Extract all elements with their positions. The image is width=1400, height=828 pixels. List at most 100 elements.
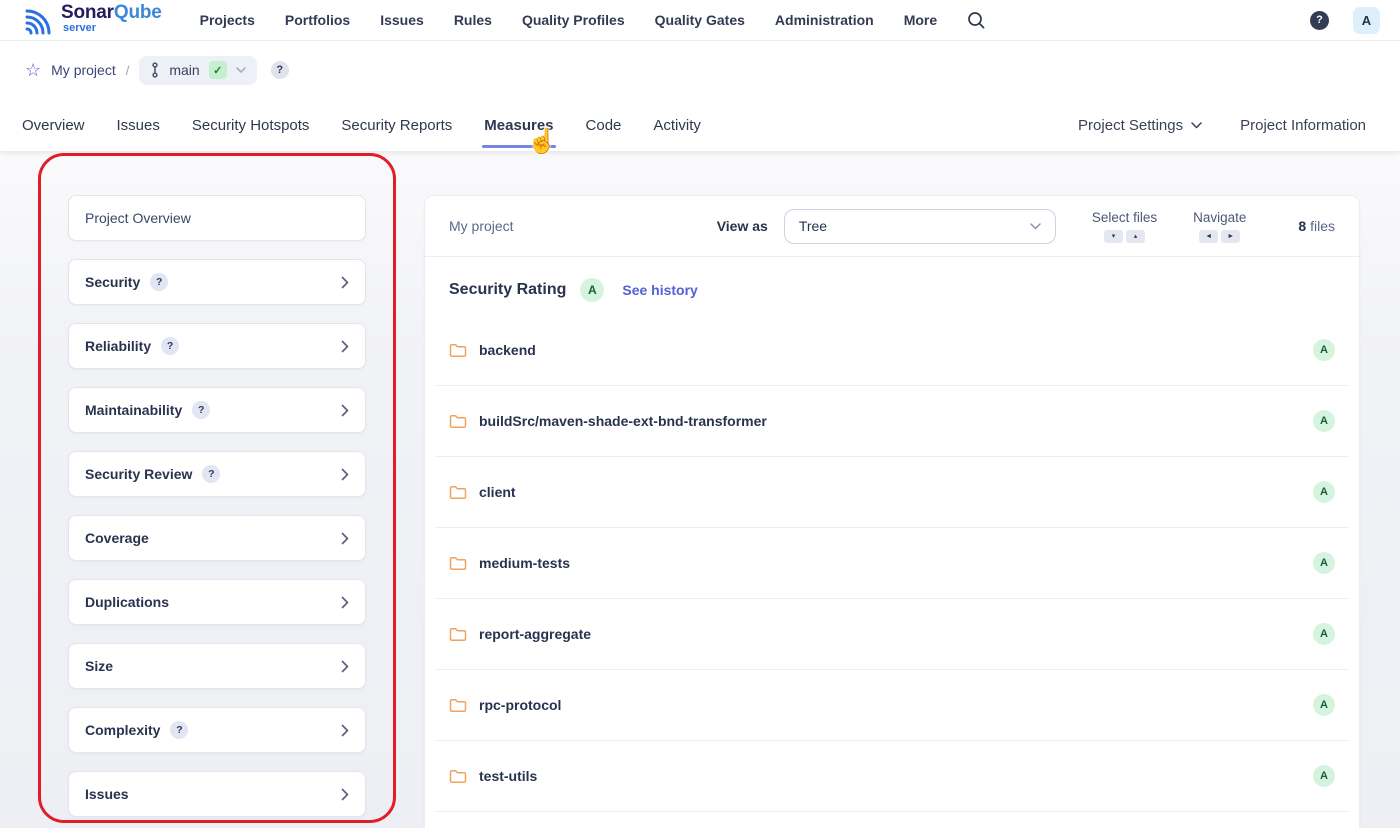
- sonarqube-logo[interactable]: SonarQube server: [20, 3, 162, 37]
- sidebar-item-8[interactable]: Complexity ?: [68, 707, 366, 753]
- navigate-buttons: ◄ ►: [1199, 230, 1240, 243]
- tab-5[interactable]: Code: [586, 99, 622, 151]
- file-row-4[interactable]: report-aggregate A: [435, 599, 1349, 670]
- sidebar-item-label: Security: [85, 274, 140, 290]
- measure-title: Security Rating: [449, 281, 566, 299]
- file-row-1[interactable]: buildSrc/maven-shade-ext-bnd-transformer…: [435, 386, 1349, 457]
- sidebar-item-1[interactable]: Security ?: [68, 259, 366, 305]
- sidebar-item-label: Duplications: [85, 594, 169, 610]
- sidebar-item-5[interactable]: Coverage ?: [68, 515, 366, 561]
- breadcrumb-separator: /: [126, 63, 130, 78]
- measures-panel: My project View as Tree Select files ▾ ▴: [424, 195, 1360, 828]
- menu-item-5[interactable]: Quality Gates: [655, 12, 745, 28]
- menu-item-3[interactable]: Rules: [454, 12, 492, 28]
- menu-item-7[interactable]: More: [904, 12, 937, 28]
- menu-item-1[interactable]: Portfolios: [285, 12, 350, 28]
- search-icon: [967, 11, 985, 29]
- tab-2[interactable]: Security Hotspots: [192, 99, 310, 151]
- menu-item-2[interactable]: Issues: [380, 12, 424, 28]
- sonar-waves-icon: [20, 3, 56, 37]
- tab-1[interactable]: Issues: [117, 99, 160, 151]
- files-count-word: files: [1310, 218, 1335, 234]
- main-menu: Projects Portfolios Issues Rules Quality…: [200, 12, 938, 28]
- tab-6[interactable]: Activity: [653, 99, 701, 151]
- branch-help-badge[interactable]: ?: [271, 61, 289, 79]
- file-row-2[interactable]: client A: [435, 457, 1349, 528]
- breadcrumb: ☆ My project / main ✓ ?: [0, 41, 1400, 99]
- file-rating-badge: A: [1313, 623, 1335, 645]
- chevron-right-icon: [341, 340, 349, 353]
- brand-subtitle: server: [63, 23, 162, 34]
- sonarqube-app: SonarQube server Projects Portfolios Iss…: [0, 0, 1400, 828]
- panel-project-link[interactable]: My project: [449, 218, 514, 234]
- chevron-down-icon: [236, 67, 246, 73]
- sidebar-item-0[interactable]: Project Overview ?: [68, 195, 366, 241]
- folder-icon: [449, 485, 467, 500]
- file-name: rpc-protocol: [479, 697, 561, 713]
- navigate-label: Navigate: [1193, 210, 1246, 225]
- project-tabs-bar: Overview Issues Security Hotspots Securi…: [0, 99, 1400, 151]
- sidebar-item-7[interactable]: Size ?: [68, 643, 366, 689]
- select-files-label: Select files: [1092, 210, 1157, 225]
- sidebar-item-9[interactable]: Issues ?: [68, 771, 366, 817]
- file-row-0[interactable]: backend A: [435, 315, 1349, 386]
- navigate-control: Navigate ◄ ►: [1193, 210, 1246, 243]
- navigate-back-button[interactable]: ◄: [1199, 230, 1218, 243]
- sidebar-item-label: Reliability: [85, 338, 151, 354]
- folder-icon: [449, 414, 467, 429]
- measures-sidebar: Project Overview ? Security ?: [68, 195, 366, 817]
- view-as-label: View as: [717, 218, 768, 234]
- help-badge[interactable]: ?: [192, 401, 210, 419]
- file-rating-badge: A: [1313, 694, 1335, 716]
- tab-4[interactable]: Measures: [484, 99, 553, 151]
- file-row-5[interactable]: rpc-protocol A: [435, 670, 1349, 741]
- brand-sonar: Sonar: [61, 2, 114, 23]
- branch-selector[interactable]: main ✓: [139, 56, 256, 85]
- sidebar-item-6[interactable]: Duplications ?: [68, 579, 366, 625]
- sidebar-item-label: Issues: [85, 786, 129, 802]
- breadcrumb-project-link[interactable]: My project: [51, 62, 116, 78]
- sidebar-item-label: Maintainability: [85, 402, 182, 418]
- help-badge[interactable]: ?: [161, 337, 179, 355]
- navigate-forward-button[interactable]: ►: [1221, 230, 1240, 243]
- content-area: Project Overview ? Security ?: [0, 151, 1400, 828]
- help-button[interactable]: ?: [1310, 11, 1329, 30]
- sidebar-item-3[interactable]: Maintainability ?: [68, 387, 366, 433]
- sidebar-item-label: Size: [85, 658, 113, 674]
- tab-3[interactable]: Security Reports: [341, 99, 452, 151]
- project-tabs: Overview Issues Security Hotspots Securi…: [22, 99, 701, 151]
- favorite-star-icon[interactable]: ☆: [25, 61, 41, 79]
- see-history-link[interactable]: See history: [622, 282, 697, 298]
- file-row-6[interactable]: test-utils A: [435, 741, 1349, 812]
- project-information-button[interactable]: Project Information: [1240, 117, 1366, 134]
- project-settings-button[interactable]: Project Settings: [1078, 117, 1202, 134]
- file-row-3[interactable]: medium-tests A: [435, 528, 1349, 599]
- view-as-select[interactable]: Tree: [784, 209, 1056, 244]
- tab-0[interactable]: Overview: [22, 99, 85, 151]
- sidebar-item-label: Coverage: [85, 530, 149, 546]
- brand-text: SonarQube server: [61, 3, 162, 34]
- menu-item-4[interactable]: Quality Profiles: [522, 12, 625, 28]
- project-rating-badge: A: [580, 278, 604, 302]
- user-avatar[interactable]: A: [1353, 7, 1380, 34]
- help-badge[interactable]: ?: [202, 465, 220, 483]
- project-settings-label: Project Settings: [1078, 117, 1183, 134]
- folder-icon: [449, 698, 467, 713]
- sidebar-item-2[interactable]: Reliability ?: [68, 323, 366, 369]
- select-files-buttons: ▾ ▴: [1104, 230, 1145, 243]
- file-rating-badge: A: [1313, 481, 1335, 503]
- file-name: client: [479, 484, 516, 500]
- files-count-number: 8: [1298, 218, 1306, 234]
- select-next-file-button[interactable]: ▾: [1104, 230, 1123, 243]
- sidebar-item-4[interactable]: Security Review ?: [68, 451, 366, 497]
- folder-icon: [449, 343, 467, 358]
- menu-item-0[interactable]: Projects: [200, 12, 255, 28]
- select-previous-file-button[interactable]: ▴: [1126, 230, 1145, 243]
- help-badge[interactable]: ?: [170, 721, 188, 739]
- search-button[interactable]: [967, 11, 985, 29]
- menu-item-6[interactable]: Administration: [775, 12, 874, 28]
- quality-gate-check-icon: ✓: [209, 61, 227, 79]
- file-name: backend: [479, 342, 536, 358]
- help-badge[interactable]: ?: [150, 273, 168, 291]
- tabs-right-group: Project Settings Project Information: [1078, 117, 1378, 134]
